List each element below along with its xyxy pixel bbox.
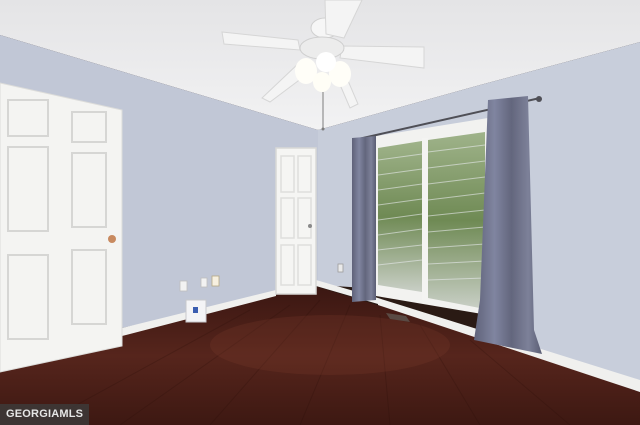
wall-outlet-4 — [337, 263, 344, 273]
closet-door — [275, 147, 317, 295]
watermark-logo: GEORGIAMLS — [0, 404, 90, 425]
wall-outlet-2 — [200, 277, 208, 288]
wall-outlet-3 — [211, 275, 220, 287]
door-knob — [108, 235, 116, 243]
bedroom-photo: GEORGIAMLS — [0, 0, 640, 425]
curtain-left — [352, 136, 376, 302]
room-illustration — [0, 0, 640, 425]
closet-door-knob — [308, 224, 312, 228]
wall-outlet — [179, 280, 188, 292]
left-door — [0, 82, 123, 373]
window — [376, 118, 488, 315]
